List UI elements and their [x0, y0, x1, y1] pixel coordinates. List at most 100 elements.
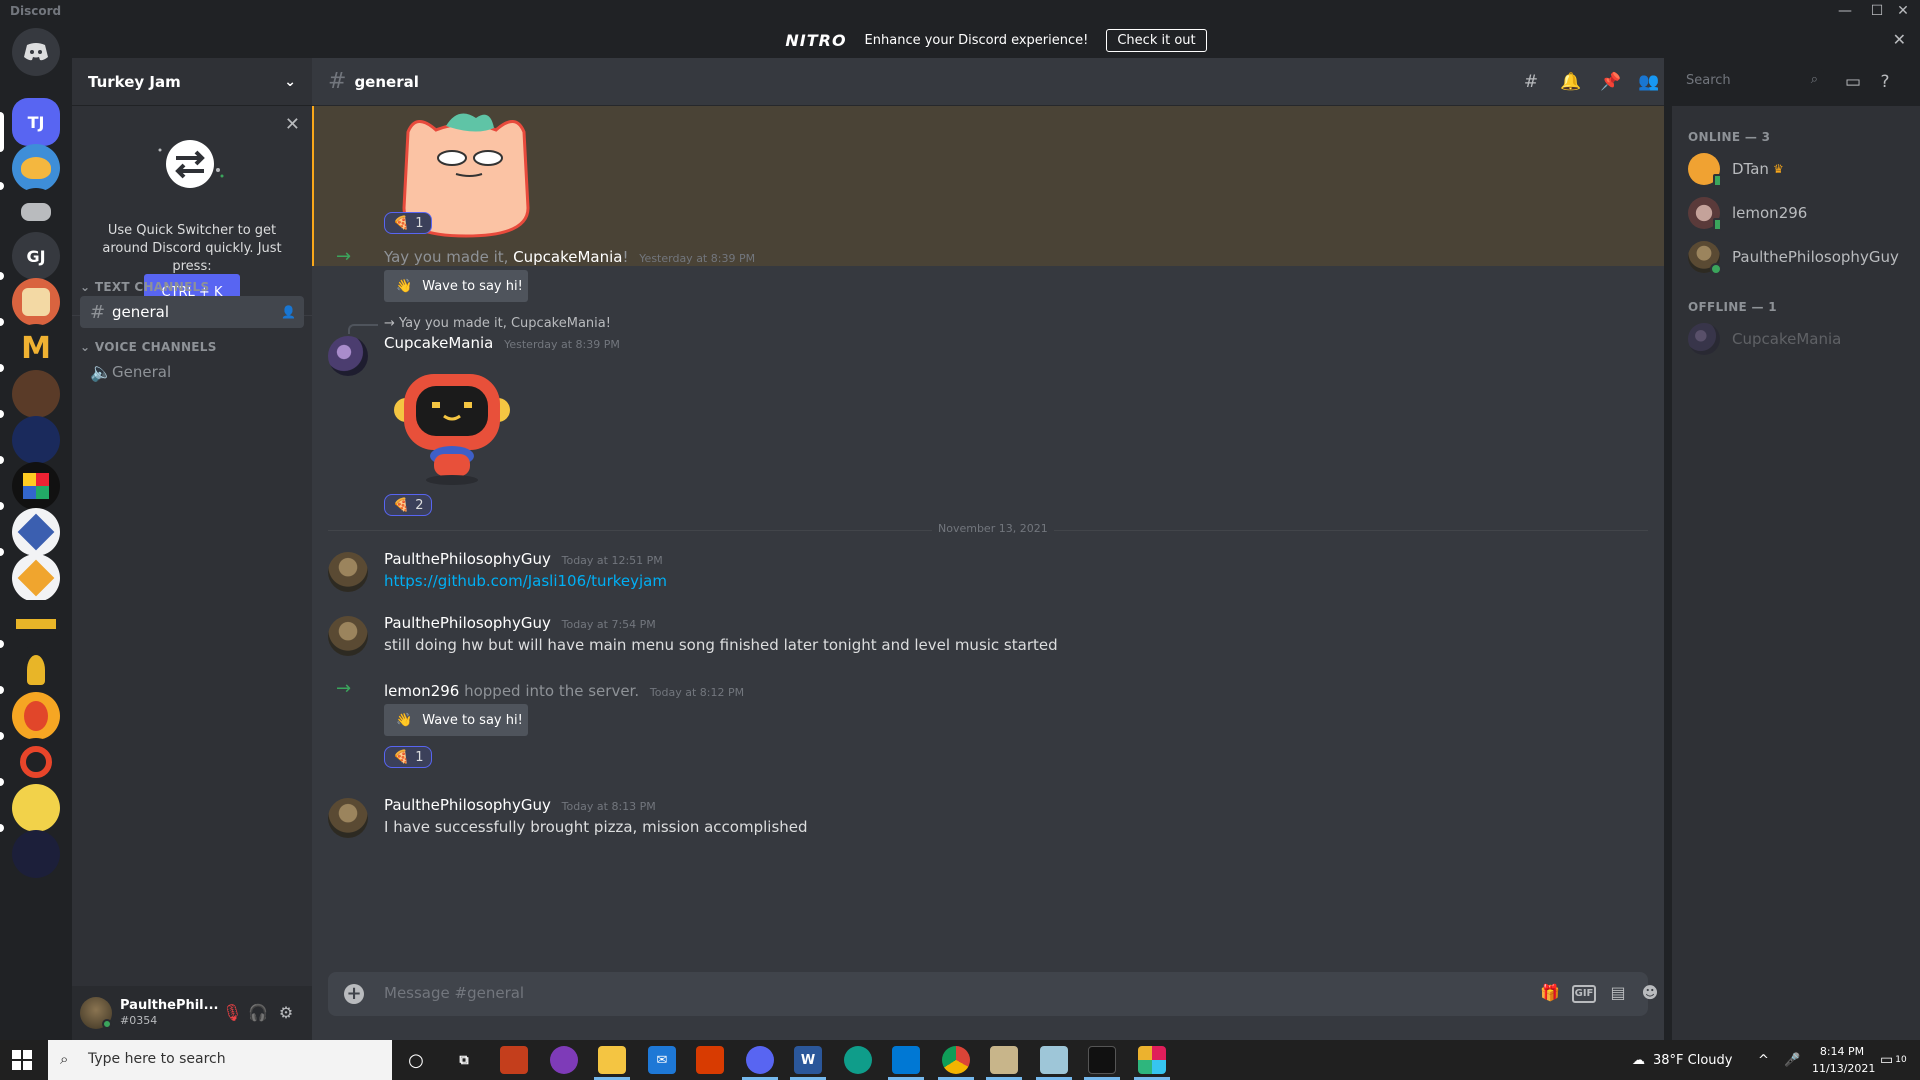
reply-preview[interactable]: → Yay you made it, CupcakeMania! [384, 316, 611, 331]
invite-icon[interactable]: 👤 [281, 305, 296, 319]
close-window-button[interactable]: ✕ [1886, 0, 1920, 22]
help-icon[interactable]: ? [1874, 72, 1896, 94]
vscode-icon[interactable] [892, 1046, 920, 1074]
server-icon-15[interactable] [12, 738, 60, 786]
unread-indicator [0, 502, 4, 510]
app-icon-tan[interactable] [990, 1046, 1018, 1074]
gif-button[interactable]: GIF [1572, 985, 1596, 1003]
reaction-pizza[interactable]: 🍕 1 [384, 212, 433, 234]
nitro-cta-button[interactable]: Check it out [1106, 28, 1207, 52]
reaction-pizza[interactable]: 🍕 1 [384, 746, 433, 768]
search-input[interactable]: Search ⌕ [1680, 69, 1824, 93]
server-icon-9[interactable] [12, 462, 60, 510]
sticker-icon[interactable]: ▤ [1606, 983, 1630, 1005]
word-icon[interactable]: W [794, 1046, 822, 1074]
office-icon[interactable] [696, 1046, 724, 1074]
chat-scrollbar[interactable] [1664, 106, 1672, 966]
author-name: PaulthePhilosophyGuy [384, 550, 551, 568]
avatar[interactable] [328, 552, 368, 592]
slack-icon[interactable] [1138, 1046, 1166, 1074]
windows-start-icon[interactable] [12, 1050, 32, 1070]
member-dtan[interactable]: DTan ♛ [1688, 148, 1920, 190]
message-composer[interactable]: + Message #general 🎁 GIF ▤ ☻ [328, 972, 1658, 1016]
server-icon-3[interactable] [12, 188, 60, 236]
headphones-icon[interactable]: 🎧 [248, 1003, 268, 1023]
date-divider: November 13, 2021 [328, 522, 1648, 535]
minimize-button[interactable]: — [1828, 0, 1862, 22]
server-icon-6[interactable]: M [12, 324, 60, 372]
joined-user-name[interactable]: lemon296 [384, 682, 459, 700]
avatar[interactable] [328, 336, 368, 376]
category-voice-channels[interactable]: ⌄ VOICE CHANNELS [80, 340, 217, 354]
close-icon[interactable]: ✕ [285, 114, 300, 135]
member-cupcakemania[interactable]: CupcakeMania [1688, 318, 1920, 360]
terminal-icon[interactable] [1088, 1046, 1116, 1074]
server-icon-2[interactable] [12, 144, 60, 192]
nitro-close-icon[interactable]: ✕ [1893, 30, 1906, 49]
online-status-icon [1710, 263, 1722, 275]
server-icon-8[interactable] [12, 416, 60, 464]
server-icon-5[interactable] [12, 278, 60, 326]
voice-channel-general[interactable]: 🔈 General [80, 356, 304, 388]
online-status-icon [102, 1019, 112, 1029]
message-link[interactable]: https://github.com/Jasli106/turkeyjam [384, 572, 667, 590]
task-view-icon[interactable]: ⧉ [450, 1046, 478, 1074]
user-panel: PaulthePhil... #0354 🎙 🎧 ⚙ [72, 986, 312, 1040]
tray-chevron-icon[interactable]: ^ [1758, 1040, 1769, 1080]
channel-general[interactable]: # general 👤 [80, 296, 304, 328]
pin-icon[interactable]: 📌 [1600, 72, 1622, 94]
threads-icon[interactable]: # [1520, 72, 1542, 94]
server-icon-10[interactable] [12, 508, 60, 556]
discord-logo-icon [24, 43, 48, 61]
app-icon-blue[interactable] [1040, 1046, 1068, 1074]
server-icon-16[interactable] [12, 784, 60, 832]
category-text-channels[interactable]: ⌄ TEXT CHANNELS [80, 280, 209, 294]
app-icon-purple[interactable] [550, 1046, 578, 1074]
gift-icon[interactable]: 🎁 [1538, 983, 1562, 1005]
store-icon[interactable] [500, 1046, 528, 1074]
server-gj[interactable]: GJ [12, 232, 60, 280]
message-author[interactable]: PaulthePhilosophyGuy Today at 12:51 PM [384, 550, 663, 568]
bell-icon[interactable]: 🔔 [1560, 72, 1582, 94]
taskbar-search-input[interactable]: ⌕ Type here to search [48, 1040, 392, 1080]
file-explorer-icon[interactable] [598, 1046, 626, 1074]
message-author[interactable]: PaulthePhilosophyGuy Today at 8:13 PM [384, 796, 656, 814]
member-list-icon[interactable]: 👥 [1638, 72, 1660, 94]
message-input[interactable]: Message #general [384, 984, 524, 1002]
server-icon-12[interactable] [12, 600, 60, 648]
server-icon-17[interactable] [12, 830, 60, 878]
member-lemon296[interactable]: lemon296 [1688, 192, 1920, 234]
message-author[interactable]: PaulthePhilosophyGuy Today at 7:54 PM [384, 614, 656, 632]
clock[interactable]: 8:14 PM 11/13/2021 [1812, 1043, 1875, 1077]
wave-button[interactable]: 👋 Wave to say hi! [384, 270, 528, 302]
avatar[interactable] [328, 616, 368, 656]
avatar[interactable] [328, 798, 368, 838]
inbox-icon[interactable]: ▭ [1842, 72, 1864, 94]
emoji-icon[interactable]: ☻ [1638, 983, 1662, 1005]
server-icon-11[interactable] [12, 554, 60, 602]
wave-button[interactable]: 👋 Wave to say hi! [384, 704, 528, 736]
message-author[interactable]: CupcakeMania Yesterday at 8:39 PM [384, 334, 620, 352]
nitro-message: Enhance your Discord experience! [864, 32, 1089, 48]
weather-widget[interactable]: ☁ 38°F Cloudy [1632, 1040, 1732, 1080]
microphone-icon[interactable]: 🎤 [1784, 1040, 1800, 1080]
member-paulthephilosophyguy[interactable]: PaulthePhilosophyGuy [1688, 236, 1920, 278]
cortana-icon[interactable]: ○ [402, 1046, 430, 1074]
reaction-pizza[interactable]: 🍕 2 [384, 494, 433, 516]
guild-header[interactable]: Turkey Jam ⌄ [72, 58, 312, 106]
attach-plus-icon[interactable]: + [344, 984, 364, 1004]
mail-icon[interactable]: ✉ [648, 1046, 676, 1074]
server-icon-13[interactable] [12, 646, 60, 694]
mute-mic-icon[interactable]: 🎙 [222, 1003, 242, 1023]
discord-taskbar-icon[interactable] [746, 1046, 774, 1074]
notifications-icon[interactable]: ▭ 10 [1880, 1040, 1907, 1080]
server-icon-14[interactable] [12, 692, 60, 740]
speaker-icon: 🔈 [90, 361, 113, 383]
server-icon-7[interactable] [12, 370, 60, 418]
server-turkey-jam[interactable]: TJ [12, 98, 60, 146]
chrome-icon[interactable] [942, 1046, 970, 1074]
joined-user-name[interactable]: CupcakeMania [513, 248, 622, 266]
settings-gear-icon[interactable]: ⚙ [276, 1003, 296, 1023]
home-button[interactable] [12, 28, 60, 76]
edge-icon[interactable] [844, 1046, 872, 1074]
